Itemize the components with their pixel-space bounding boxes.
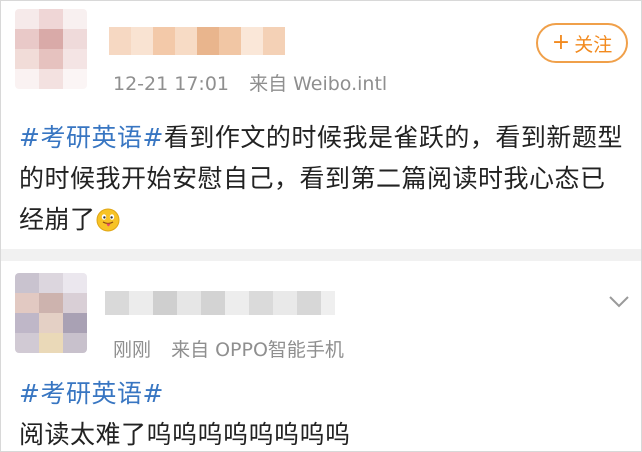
post-time: 刚刚: [113, 339, 152, 361]
hashtag-link[interactable]: #考研英语#: [19, 123, 164, 152]
post-source: 来自 Weibo.intl: [249, 73, 388, 95]
plus-icon: +: [551, 30, 571, 55]
weibo-post: 刚刚 来自 OPPO智能手机 #考研英语# 阅读太难了呜呜呜呜呜呜呜呜: [1, 261, 641, 451]
post-separator: [1, 249, 641, 261]
post-body: 阅读太难了呜呜呜呜呜呜呜呜: [19, 420, 351, 449]
hashtag-link[interactable]: #考研英语#: [19, 379, 164, 408]
follow-label: 关注: [574, 33, 613, 56]
weibo-post: 12-21 17:01 来自 Weibo.intl + 关注 #考研英语#看到作…: [1, 1, 641, 249]
chevron-down-icon[interactable]: [608, 295, 630, 309]
post-source: 来自 OPPO智能手机: [171, 339, 344, 361]
tongue-out-emoji-icon: [96, 208, 120, 232]
post-time: 12-21 17:01: [113, 73, 230, 95]
avatar[interactable]: [15, 273, 87, 353]
feed: 12-21 17:01 来自 Weibo.intl + 关注 #考研英语#看到作…: [0, 0, 642, 452]
post-text: #考研英语#看到作文的时候我是雀跃的，看到新题型的时候我开始安慰自己，看到第二篇…: [19, 117, 629, 240]
post-text: #考研英语# 阅读太难了呜呜呜呜呜呜呜呜: [19, 373, 629, 451]
post-meta: 刚刚 来自 OPPO智能手机: [113, 335, 358, 362]
username-blurred[interactable]: [105, 291, 335, 315]
post-meta: 12-21 17:01 来自 Weibo.intl: [113, 69, 401, 96]
follow-button[interactable]: + 关注: [536, 23, 628, 63]
avatar[interactable]: [15, 9, 87, 89]
username-blurred[interactable]: [109, 27, 285, 55]
